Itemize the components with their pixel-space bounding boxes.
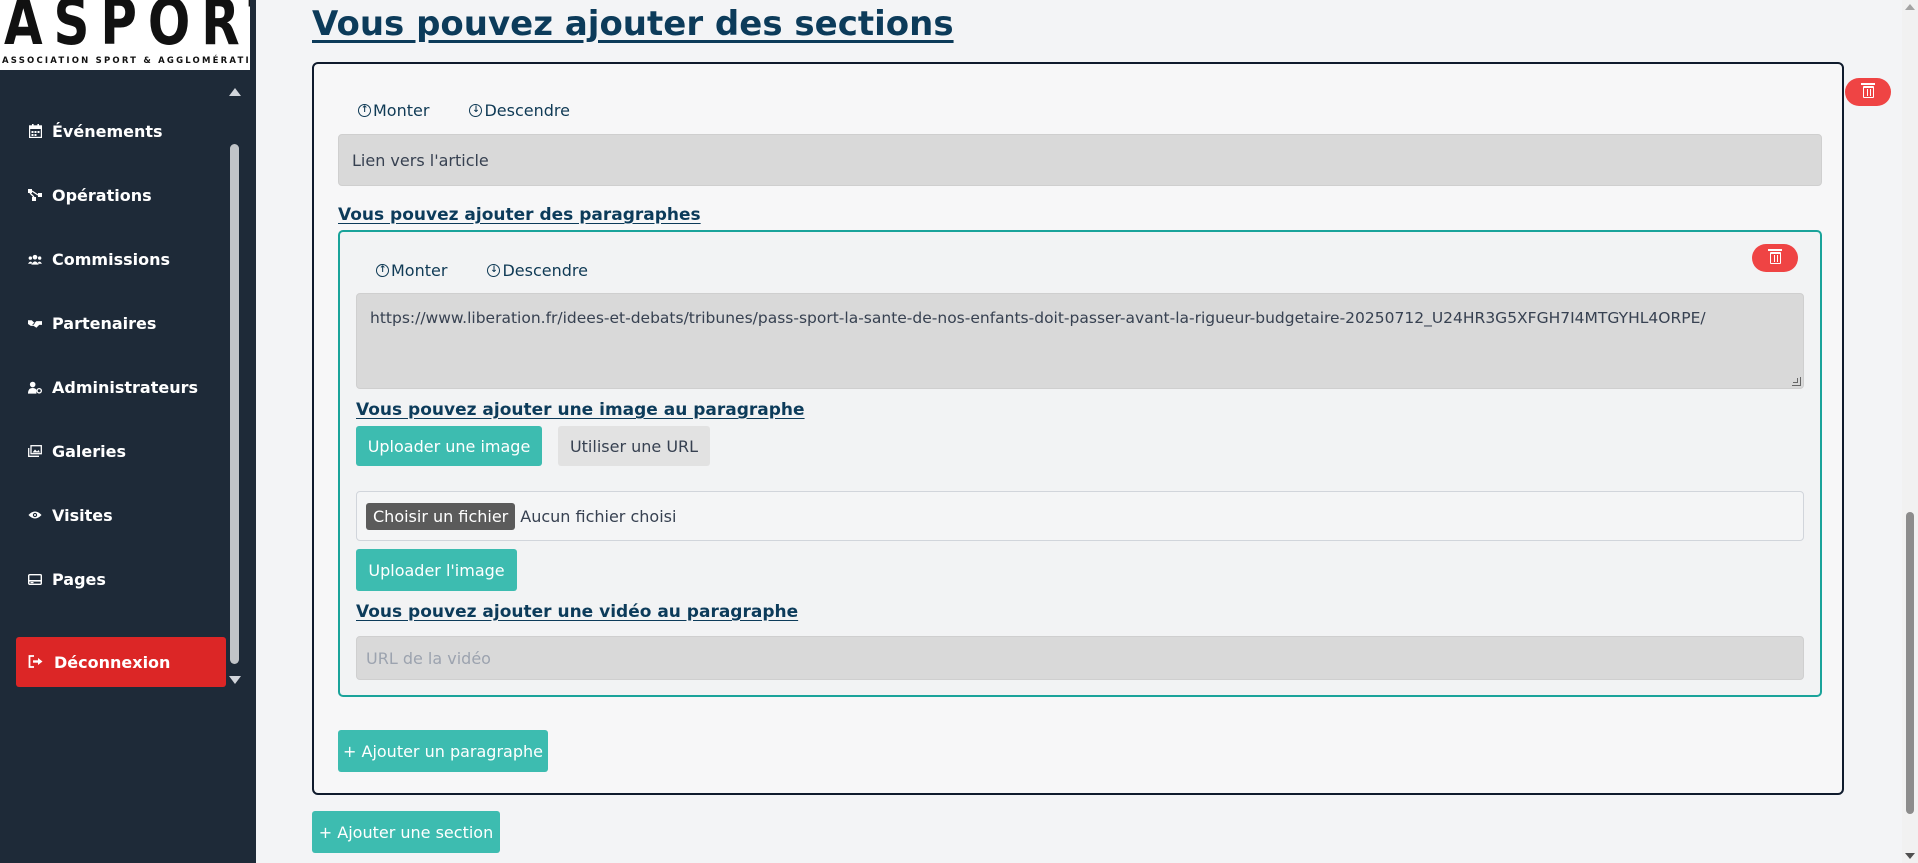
move-up-label: Monter <box>391 261 448 280</box>
move-down-label: Descendre <box>502 261 588 280</box>
paragraph-move-controls: ↑ Monter ↓ Descendre <box>376 261 588 280</box>
sidebar-scrollbar[interactable] <box>227 88 242 684</box>
images-icon <box>28 444 42 458</box>
upload-image-button[interactable]: Uploader l'image <box>356 549 517 591</box>
eye-icon <box>28 508 42 522</box>
file-status: Aucun fichier choisi <box>520 506 677 526</box>
sidebar-item-label: Administrateurs <box>52 377 199 397</box>
paragraph-textarea[interactable]: https://www.liberation.fr/idees-et-debat… <box>356 293 1804 389</box>
use-url-tab[interactable]: Utiliser une URL <box>558 426 710 466</box>
video-url-placeholder: URL de la vidéo <box>366 648 491 668</box>
sidebar-scroll-thumb[interactable] <box>230 144 239 664</box>
calendar-icon <box>28 124 42 138</box>
resize-handle-icon[interactable] <box>1792 377 1801 386</box>
sidebar-item-commissions[interactable]: Commissions <box>28 242 170 276</box>
article-link-value: Lien vers l'article <box>352 150 489 170</box>
main-content: Vous pouvez ajouter des sections ↑ Monte… <box>256 0 1896 863</box>
arrow-up-circle-icon: ↑ <box>376 264 389 277</box>
section-card: ↑ Monter ↓ Descendre Lien vers l'article… <box>312 62 1891 795</box>
page-scrollbar[interactable] <box>1902 0 1918 863</box>
scroll-up-arrow-icon[interactable] <box>229 88 241 96</box>
sidebar-item-label: Partenaires <box>52 313 157 333</box>
logo-subtitle: ASSOCIATION SPORT & AGGLOMÉRATIONS <box>2 56 250 66</box>
scroll-up-arrow-icon[interactable] <box>1905 4 1915 10</box>
card-icon <box>28 572 42 586</box>
section-move-controls: ↑ Monter ↓ Descendre <box>358 101 570 120</box>
file-input[interactable]: Choisir un fichier Aucun fichier choisi <box>356 491 1804 541</box>
arrow-down-circle-icon: ↓ <box>487 264 501 277</box>
sidebar-item-pages[interactable]: Pages <box>28 562 106 596</box>
sidebar-item-partenaires[interactable]: Partenaires <box>28 306 156 340</box>
move-up-label: Monter <box>373 101 430 120</box>
add-paragraph-button[interactable]: + Ajouter un paragraphe <box>338 730 548 772</box>
trash-icon <box>1860 83 1875 98</box>
paragraph-card: ↑ Monter ↓ Descendre https://www.liberat… <box>338 230 1822 697</box>
sidebar-item-label: Galeries <box>52 441 127 461</box>
arrow-up-circle-icon: ↑ <box>358 104 371 117</box>
add-section-button[interactable]: + Ajouter une section <box>312 811 500 853</box>
sidebar: ASPORTA ASSOCIATION SPORT & AGGLOMÉRATIO… <box>0 0 256 863</box>
image-heading: Vous pouvez ajouter une image au paragra… <box>356 400 805 420</box>
trash-icon <box>1767 249 1782 264</box>
paragraph-move-down-button[interactable]: ↓ Descendre <box>487 261 588 280</box>
logout-button[interactable]: Déconnexion <box>16 637 226 687</box>
section-move-up-button[interactable]: ↑ Monter <box>358 101 429 120</box>
sidebar-item-operations[interactable]: Opérations <box>28 178 152 212</box>
sidebar-item-visites[interactable]: Visites <box>28 498 113 532</box>
sign-out-icon <box>28 655 44 669</box>
sidebar-item-evenements[interactable]: Événements <box>28 114 163 148</box>
move-down-label: Descendre <box>484 101 570 120</box>
sidebar-item-galeries[interactable]: Galeries <box>28 434 126 468</box>
paragraph-text-value: https://www.liberation.fr/idees-et-debat… <box>370 309 1706 327</box>
brand-logo[interactable]: ASPORTA ASSOCIATION SPORT & AGGLOMÉRATIO… <box>0 0 250 70</box>
logout-label: Déconnexion <box>54 652 171 672</box>
section-move-down-button[interactable]: ↓ Descendre <box>469 101 570 120</box>
video-url-input[interactable]: URL de la vidéo <box>356 636 1804 680</box>
sidebar-item-administrateurs[interactable]: Administrateurs <box>28 370 198 404</box>
paragraph-move-up-button[interactable]: ↑ Monter <box>376 261 447 280</box>
paragraphs-heading: Vous pouvez ajouter des paragraphes <box>338 205 701 225</box>
user-gear-icon <box>28 380 42 394</box>
choose-file-button[interactable]: Choisir un fichier <box>366 502 516 530</box>
sidebar-item-label: Visites <box>52 505 113 525</box>
arrow-down-circle-icon: ↓ <box>469 104 483 117</box>
article-link-input[interactable]: Lien vers l'article <box>338 134 1822 186</box>
scroll-down-arrow-icon[interactable] <box>229 676 241 684</box>
page-scroll-thumb[interactable] <box>1906 512 1914 814</box>
sidebar-item-label: Événements <box>52 121 163 141</box>
sidebar-item-label: Opérations <box>52 185 152 205</box>
delete-paragraph-button[interactable] <box>1752 244 1798 272</box>
scroll-down-arrow-icon[interactable] <box>1905 853 1915 859</box>
upload-image-tab[interactable]: Uploader une image <box>356 426 542 466</box>
page-title: Vous pouvez ajouter des sections <box>312 4 954 44</box>
video-heading: Vous pouvez ajouter une vidéo au paragra… <box>356 602 799 622</box>
sidebar-item-label: Commissions <box>52 249 170 269</box>
sidebar-item-label: Pages <box>52 569 106 589</box>
delete-section-button[interactable] <box>1845 78 1891 106</box>
network-icon <box>28 188 42 202</box>
users-icon <box>28 252 42 266</box>
logo-text: ASPORTA <box>4 0 250 60</box>
handshake-icon <box>28 316 42 330</box>
